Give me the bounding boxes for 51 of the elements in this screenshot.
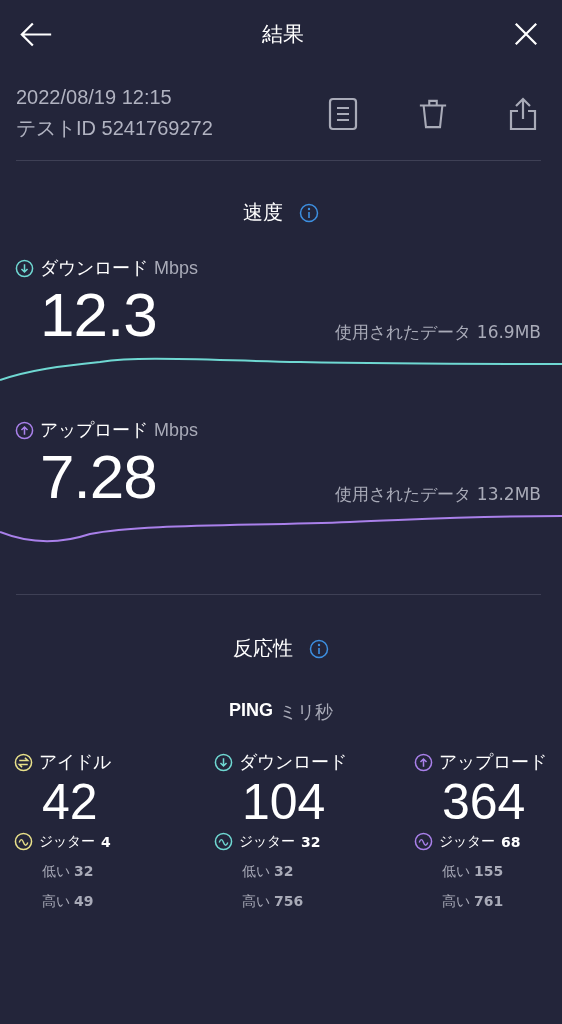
responsiveness-heading: 反応性 [233,635,293,662]
speed-heading: 速度 [243,199,283,226]
high-label: 高い [442,893,470,911]
swap-arrows-circle-icon [14,752,33,772]
back-arrow-icon[interactable] [20,20,53,48]
speed-value: 7.28 [40,444,157,510]
speed-unit: Mbps [154,257,198,279]
low-label: 低い [442,863,470,881]
data-used: 使用されたデータ 16.9MB [335,321,541,344]
low-label: 低い [242,863,270,881]
info-icon[interactable] [299,202,319,223]
jitter-value: 32 [301,833,321,850]
ping-value: 364 [441,774,527,830]
jitter-label: ジッター [39,832,95,851]
ping-value: 104 [241,774,327,830]
jitter-label: ジッター [439,832,495,851]
high-value: 49 [74,893,94,911]
ping-unit: ミリ秒 [279,700,333,724]
document-icon[interactable] [328,97,358,131]
ping-type-label: アップロード [439,750,547,774]
speed-label: アップロード [40,418,148,442]
ping-type-label: ダウンロード [239,750,347,774]
close-icon[interactable] [513,21,539,47]
high-label: 高い [42,893,70,911]
up-arrow-circle-icon [414,752,433,772]
low-value: 32 [74,863,94,881]
high-label: 高い [242,893,270,911]
speed-unit: Mbps [154,419,198,441]
up-arrow-circle-icon [15,420,34,440]
info-icon[interactable] [309,638,329,659]
screen-title: 結果 [262,21,304,48]
jitter-value: 68 [501,833,521,850]
jitter-value: 4 [101,833,111,850]
down-arrow-circle-icon [214,752,233,772]
low-value: 32 [274,863,294,881]
speed-value: 12.3 [40,282,157,348]
low-value: 155 [474,863,504,881]
test-id: テストID 5241769272 [16,116,213,141]
ping-type-label: アイドル [39,750,111,774]
jitter-label: ジッター [239,832,295,851]
test-date: 2022/08/19 12:15 [16,86,173,109]
speed-label: ダウンロード [40,256,148,280]
low-label: 低い [42,863,70,881]
trash-icon[interactable] [418,97,448,131]
high-value: 756 [274,893,304,911]
down-arrow-circle-icon [15,258,34,278]
ping-value: 42 [41,774,99,830]
high-value: 761 [474,893,504,911]
share-icon[interactable] [508,97,538,131]
data-used: 使用されたデータ 13.2MB [335,483,541,506]
ping-label: PING [229,700,273,722]
